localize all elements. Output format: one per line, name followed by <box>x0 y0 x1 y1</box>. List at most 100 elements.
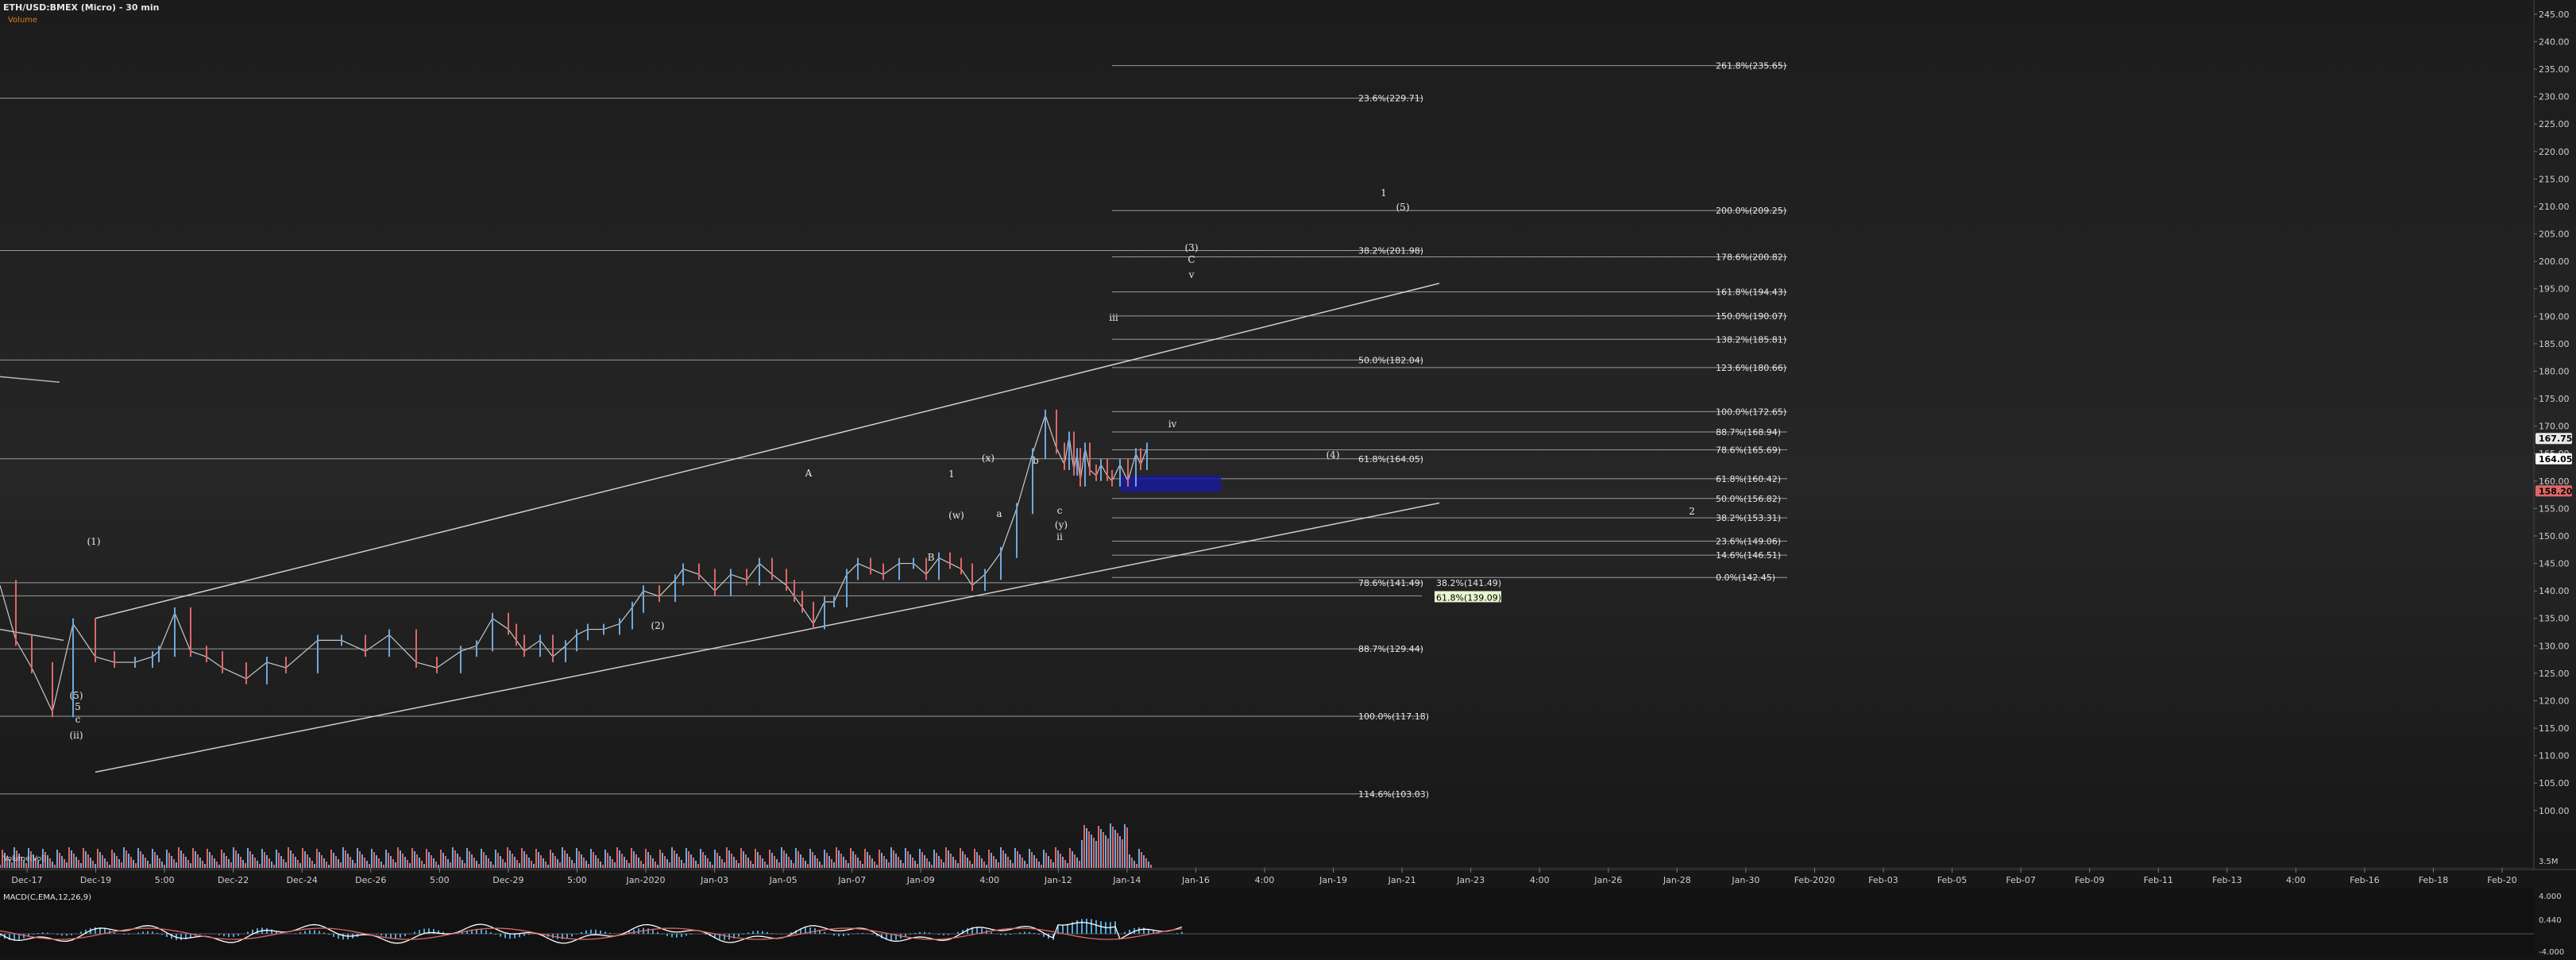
fib-label-left: 38.2%(201.98) <box>1358 245 1423 256</box>
wave-label: ii <box>1056 531 1063 542</box>
fib-label-right: 50.0%(156.82) <box>1716 494 1781 504</box>
x-tick-label: Jan-12 <box>1044 875 1072 885</box>
x-tick-label: Jan-19 <box>1319 875 1347 885</box>
x-tick-label: 4:00 <box>1255 875 1275 885</box>
y-tick-label: 235.00 <box>2539 64 2570 75</box>
x-tick-label: Jan-2020 <box>626 875 666 885</box>
x-tick-label: Jan-03 <box>700 875 728 885</box>
chart-background <box>0 0 2576 960</box>
wave-label: (2) <box>651 620 665 631</box>
x-tick-label: Dec-22 <box>218 875 249 885</box>
y-tick-label: 230.00 <box>2539 92 2570 102</box>
y-tick-label: 240.00 <box>2539 37 2570 47</box>
x-tick-label: 5:00 <box>155 875 175 885</box>
y-tick-label: 135.00 <box>2539 614 2570 624</box>
wave-label: v <box>1188 269 1195 280</box>
price-tag-label: 158.20 <box>2539 486 2573 496</box>
x-tick-label: Feb-05 <box>1937 875 1967 885</box>
fib-label-right: 14.6%(146.51) <box>1716 550 1781 561</box>
x-tick-label: 4:00 <box>1530 875 1550 885</box>
fib-label-left: 23.6%(229.71) <box>1358 94 1423 104</box>
x-tick-label: 4:00 <box>979 875 999 885</box>
y-tick-label: 245.00 <box>2539 10 2570 20</box>
fib-label-right: 88.7%(168.94) <box>1716 427 1781 438</box>
y-tick-label: 215.00 <box>2539 174 2570 184</box>
fib-label-right: 38.2%(153.31) <box>1716 513 1781 523</box>
x-tick-label: Dec-19 <box>80 875 111 885</box>
y-tick-label: 105.00 <box>2539 778 2570 788</box>
fib-label-right: 261.8%(235.65) <box>1716 61 1786 71</box>
macd-panel-label: MACD(C,EMA,12,26,9) <box>3 893 92 902</box>
y-tick-label: 125.00 <box>2539 669 2570 679</box>
y-tick-label: 175.00 <box>2539 394 2570 404</box>
fib-label-right: 178.6%(200.82) <box>1716 252 1786 262</box>
wave-label: iii <box>1109 312 1118 323</box>
fib-label-right: 23.6%(149.06) <box>1716 536 1781 546</box>
x-tick-label: 5:00 <box>567 875 587 885</box>
wave-label: 1 <box>1381 187 1387 199</box>
wave-label: (w) <box>948 510 964 521</box>
y-tick-label: 180.00 <box>2539 366 2570 376</box>
y-tick-label: 140.00 <box>2539 586 2570 596</box>
wave-label: C <box>1188 254 1195 265</box>
x-tick-label: Feb-18 <box>2419 875 2448 885</box>
x-tick-label: Feb-13 <box>2212 875 2242 885</box>
y-tick-label: 200.00 <box>2539 256 2570 267</box>
wave-label: (4) <box>1327 449 1340 461</box>
wave-label: c <box>75 714 81 725</box>
x-tick-label: Feb-07 <box>2006 875 2035 885</box>
wave-label: 5 <box>75 701 81 712</box>
wave-label: a <box>996 508 1002 519</box>
fib-label-left: 61.8%(139.09) <box>1436 592 1501 603</box>
y-tick-label: 205.00 <box>2539 229 2570 240</box>
macd-tick-label: 4.000 <box>2539 893 2562 901</box>
x-tick-label: Feb-03 <box>1868 875 1898 885</box>
y-tick-label: 145.00 <box>2539 559 2570 569</box>
y-tick-label: 130.00 <box>2539 641 2570 651</box>
wave-label: (x) <box>982 453 994 464</box>
fib-label-right: 100.0%(172.65) <box>1716 407 1786 417</box>
y-tick-label: 210.00 <box>2539 202 2570 212</box>
y-tick-label: 160.00 <box>2539 476 2570 487</box>
fib-label-left: 100.0%(117.18) <box>1358 711 1429 722</box>
volume-axis-label: 3.5M <box>2539 858 2559 866</box>
price-tag-label: 167.75 <box>2539 434 2572 444</box>
x-tick-label: Feb-2020 <box>1794 875 1835 885</box>
x-tick-label: Jan-14 <box>1112 875 1141 885</box>
y-tick-label: 155.00 <box>2539 503 2570 514</box>
x-tick-label: Jan-21 <box>1388 875 1416 885</box>
fib-label-right: 78.6%(165.69) <box>1716 445 1781 455</box>
volume-legend: Volume <box>8 16 38 25</box>
fib-label-left: 61.8%(164.05) <box>1358 454 1423 465</box>
x-tick-label: 4:00 <box>2286 875 2306 885</box>
wave-label: B <box>928 552 935 563</box>
fib-label-left: 78.6%(141.49) <box>1358 578 1423 588</box>
y-tick-label: 120.00 <box>2539 696 2570 706</box>
x-tick-label: Jan-09 <box>906 875 935 885</box>
y-tick-label: 195.00 <box>2539 284 2570 295</box>
x-tick-label: Dec-26 <box>355 875 386 885</box>
y-tick-label: 225.00 <box>2539 119 2570 129</box>
fib-label-left: 114.6%(103.03) <box>1358 789 1429 800</box>
fib-label-left: 38.2%(141.49) <box>1436 578 1501 588</box>
x-tick-label: Jan-30 <box>1731 875 1759 885</box>
wave-label: 2 <box>1689 506 1695 517</box>
y-tick-label: 185.00 <box>2539 339 2570 349</box>
y-tick-label: 220.00 <box>2539 147 2570 157</box>
wave-label: (ii) <box>69 730 83 741</box>
y-tick-label: 150.00 <box>2539 531 2570 542</box>
x-tick-label: Dec-17 <box>11 875 42 885</box>
wave-label: (5) <box>1396 202 1410 213</box>
fib-label-right: 123.6%(180.66) <box>1716 363 1786 373</box>
macd-panel <box>0 888 2534 955</box>
x-tick-label: Jan-16 <box>1181 875 1210 885</box>
volume-panel-label: Volume(Vol) <box>3 855 46 863</box>
wave-label: b <box>1033 455 1039 466</box>
fib-label-right: 138.2%(185.81) <box>1716 334 1786 345</box>
wave-label: 1 <box>948 468 955 480</box>
y-tick-label: 110.00 <box>2539 751 2570 761</box>
fib-label-right: 0.0%(142.45) <box>1716 573 1775 583</box>
x-tick-label: 5:00 <box>430 875 450 885</box>
chart-canvas[interactable]: 23.6%(229.71) 38.2%(201.98) 50.0%(182.04) 6… <box>0 0 2576 960</box>
chart-title: ETH/USD:BMEX (Micro) - 30 min <box>3 2 160 13</box>
